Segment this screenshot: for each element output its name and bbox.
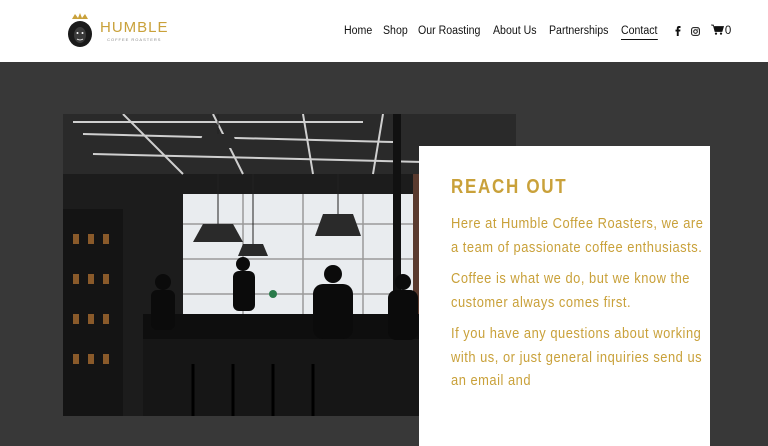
intro-paragraph: Here at Humble Coffee Roasters, we are a… (451, 215, 704, 256)
brand-tagline: COFFEE ROASTERS (107, 37, 162, 42)
nav-partnerships[interactable]: Partnerships (549, 23, 608, 39)
nav-our-roasting[interactable]: Our Roasting (418, 23, 480, 39)
reach-out-card: REACH OUT Here at Humble Coffee Roasters… (419, 146, 710, 446)
customer-paragraph: Coffee is what we do, but we know the cu… (451, 270, 690, 311)
nav-contact[interactable]: Contact (621, 23, 658, 40)
cart-count: 0 (724, 25, 732, 37)
cart-icon (710, 22, 724, 40)
site-header: HUMBLE COFFEE ROASTERS Home Shop Our Roa… (0, 0, 768, 62)
nav-shop[interactable]: Shop (383, 23, 408, 39)
nav-home[interactable]: Home (344, 23, 372, 39)
nav-about-us[interactable]: About Us (493, 23, 537, 39)
cart-button[interactable]: 0 (710, 22, 732, 40)
contact-paragraph: If you have any questions about working … (451, 325, 703, 389)
facebook-icon[interactable] (673, 26, 683, 36)
reach-out-title: REACH OUT (451, 176, 568, 198)
instagram-icon[interactable] (691, 26, 701, 36)
lion-logo-icon (66, 13, 94, 49)
brand-logo[interactable]: HUMBLE COFFEE ROASTERS (66, 12, 176, 50)
social-links (673, 26, 709, 36)
main-nav: Home Shop Our Roasting About Us Partners… (344, 22, 731, 40)
brand-name: HUMBLE (100, 19, 169, 36)
reach-out-body: Here at Humble Coffee Roasters, we are a… (451, 212, 711, 401)
